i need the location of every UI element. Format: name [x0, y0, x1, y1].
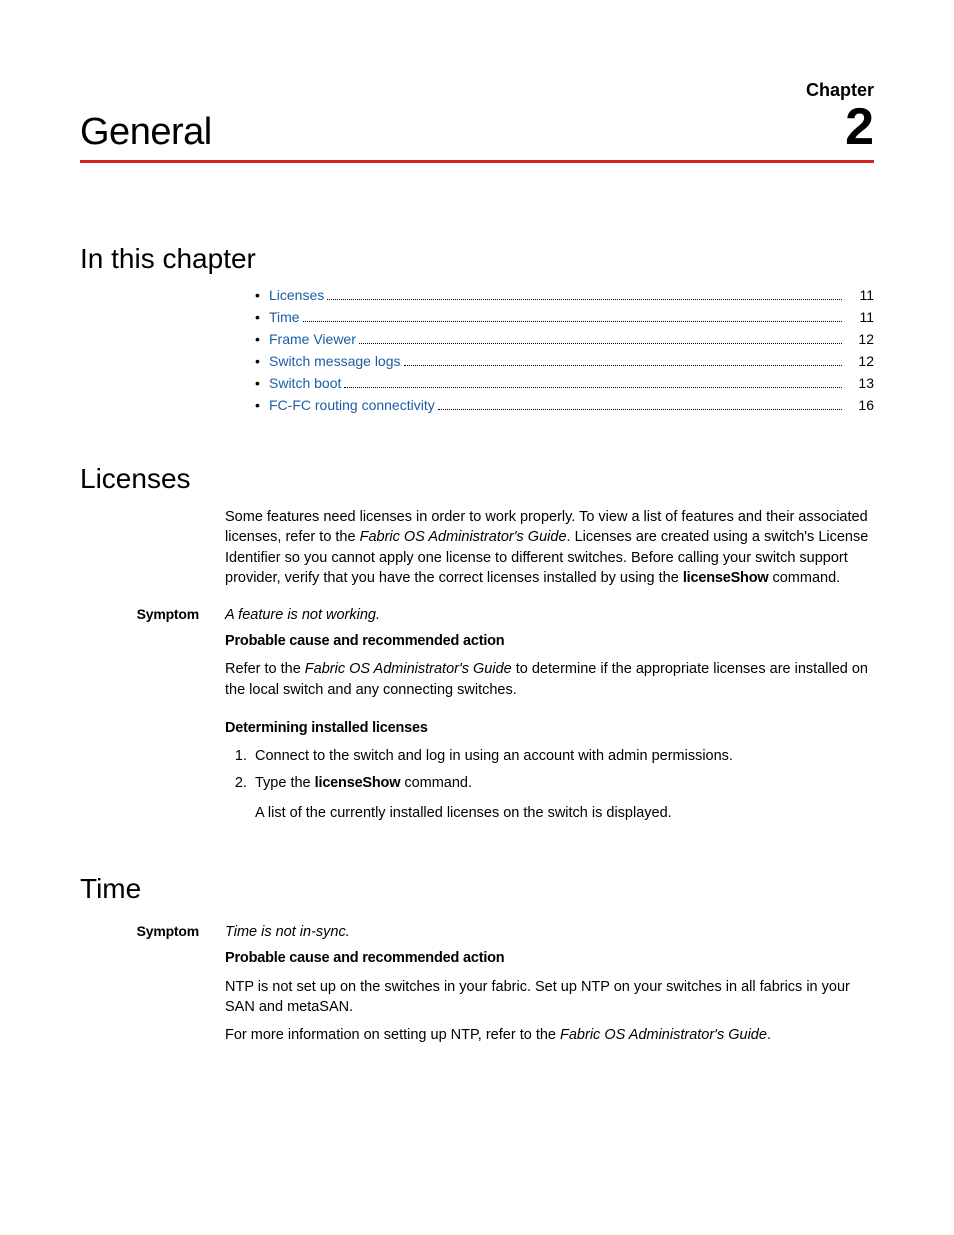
symptom-text: A feature is not working.: [225, 607, 380, 623]
bullet-icon: •: [255, 287, 269, 303]
paragraph: Refer to the Fabric OS Administrator's G…: [225, 659, 874, 700]
toc-page: 12: [848, 353, 874, 369]
steps-list: Connect to the switch and log in using a…: [225, 746, 874, 823]
toc-link-time[interactable]: Time: [269, 309, 300, 325]
toc-dots: [438, 409, 842, 410]
toc-dots: [344, 387, 842, 388]
text: command.: [768, 570, 840, 586]
doc-ref: Fabric OS Administrator's Guide: [560, 1027, 767, 1043]
licenses-intro: Some features need licenses in order to …: [225, 507, 874, 588]
bullet-icon: •: [255, 353, 269, 369]
toc-entry: • Time 11: [255, 309, 874, 325]
toc-entry: • Licenses 11: [255, 287, 874, 303]
paragraph: For more information on setting up NTP, …: [225, 1025, 874, 1045]
toc-link-frame-viewer[interactable]: Frame Viewer: [269, 331, 356, 347]
toc-dots: [303, 321, 842, 322]
doc-ref: Fabric OS Administrator's Guide: [305, 661, 512, 677]
bullet-icon: •: [255, 375, 269, 391]
toc-dots: [327, 299, 842, 300]
text: Connect to the switch and log in using a…: [255, 748, 733, 764]
command-name: licenseShow: [683, 570, 769, 586]
licenses-body: Probable cause and recommended action Re…: [225, 631, 874, 823]
subheading-cause: Probable cause and recommended action: [225, 631, 874, 651]
section-heading-licenses: Licenses: [80, 463, 874, 495]
bullet-icon: •: [255, 331, 269, 347]
subheading-determining: Determining installed licenses: [225, 718, 874, 738]
toc-page: 12: [848, 331, 874, 347]
toc-link-switch-message-logs[interactable]: Switch message logs: [269, 353, 401, 369]
text: .: [767, 1027, 771, 1043]
toc-entry: • Frame Viewer 12: [255, 331, 874, 347]
chapter-number: 2: [845, 101, 874, 153]
symptom-row: Symptom A feature is not working.: [80, 606, 874, 623]
paragraph: NTP is not set up on the switches in you…: [225, 977, 874, 1018]
toc-list: • Licenses 11 • Time 11 • Frame Viewer 1…: [255, 287, 874, 413]
toc-entry: • Switch boot 13: [255, 375, 874, 391]
chapter-header: General 2: [80, 101, 874, 163]
toc-page: 11: [848, 287, 874, 303]
toc-page: 16: [848, 397, 874, 413]
section-heading-time: Time: [80, 873, 874, 905]
symptom-label: Symptom: [80, 606, 225, 622]
document-page: Chapter General 2 In this chapter • Lice…: [0, 0, 954, 1235]
toc-page: 13: [848, 375, 874, 391]
toc-link-fc-fc-routing[interactable]: FC-FC routing connectivity: [269, 397, 435, 413]
toc-dots: [359, 343, 842, 344]
step-sub: A list of the currently installed licens…: [255, 803, 874, 823]
command-name: licenseShow: [315, 775, 401, 791]
toc-link-switch-boot[interactable]: Switch boot: [269, 375, 341, 391]
toc-dots: [404, 365, 842, 366]
bullet-icon: •: [255, 309, 269, 325]
step-item: Type the licenseShow command. A list of …: [251, 773, 874, 824]
symptom-label: Symptom: [80, 923, 225, 939]
symptom-text: Time is not in-sync.: [225, 924, 350, 940]
toc-entry: • Switch message logs 12: [255, 353, 874, 369]
chapter-label: Chapter: [80, 80, 874, 101]
toc-link-licenses[interactable]: Licenses: [269, 287, 324, 303]
doc-ref: Fabric OS Administrator's Guide: [360, 529, 567, 545]
toc-entry: • FC-FC routing connectivity 16: [255, 397, 874, 413]
subheading-cause: Probable cause and recommended action: [225, 948, 874, 968]
time-body: Probable cause and recommended action NT…: [225, 948, 874, 1045]
symptom-row: Symptom Time is not in-sync.: [80, 923, 874, 940]
text: For more information on setting up NTP, …: [225, 1027, 560, 1043]
toc-page: 11: [848, 309, 874, 325]
bullet-icon: •: [255, 397, 269, 413]
step-item: Connect to the switch and log in using a…: [251, 746, 874, 766]
text: Refer to the: [225, 661, 305, 677]
text: Type the: [255, 775, 315, 791]
text: command.: [400, 775, 472, 791]
chapter-title: General: [80, 111, 212, 154]
paragraph: Some features need licenses in order to …: [225, 507, 874, 588]
section-heading-in-chapter: In this chapter: [80, 243, 874, 275]
